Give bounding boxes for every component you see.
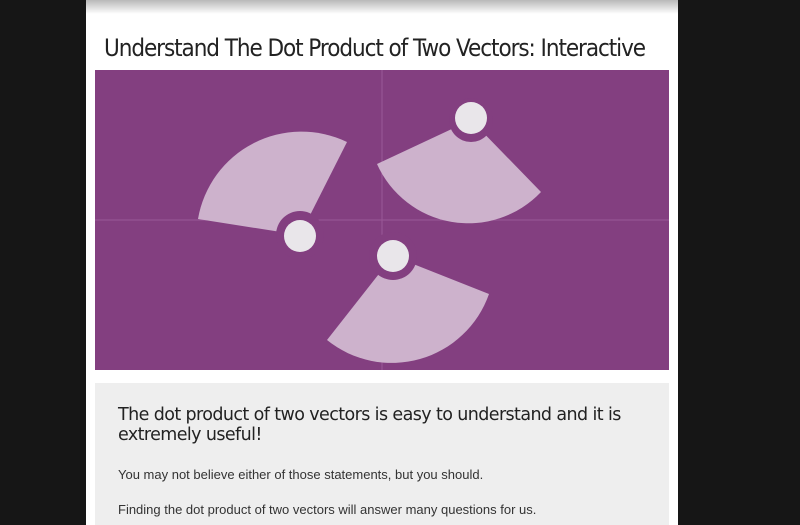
top-shadow: [86, 0, 678, 14]
content-heading: The dot product of two vectors is easy t…: [118, 405, 621, 445]
paragraph-2: Finding the dot product of two vectors w…: [118, 502, 537, 517]
page-column: Understand The Dot Product of Two Vector…: [86, 0, 678, 525]
rotating-vectors-illustration: [95, 70, 669, 370]
drag-handle-left[interactable]: [284, 220, 316, 252]
drag-handle-bottom[interactable]: [377, 240, 409, 272]
content-card: The dot product of two vectors is easy t…: [95, 383, 669, 525]
paragraph-1: You may not believe either of those stat…: [118, 467, 484, 482]
drag-handle-top-right[interactable]: [455, 102, 487, 134]
page-title: Understand The Dot Product of Two Vector…: [104, 34, 646, 62]
hero-illustration: [95, 70, 669, 370]
